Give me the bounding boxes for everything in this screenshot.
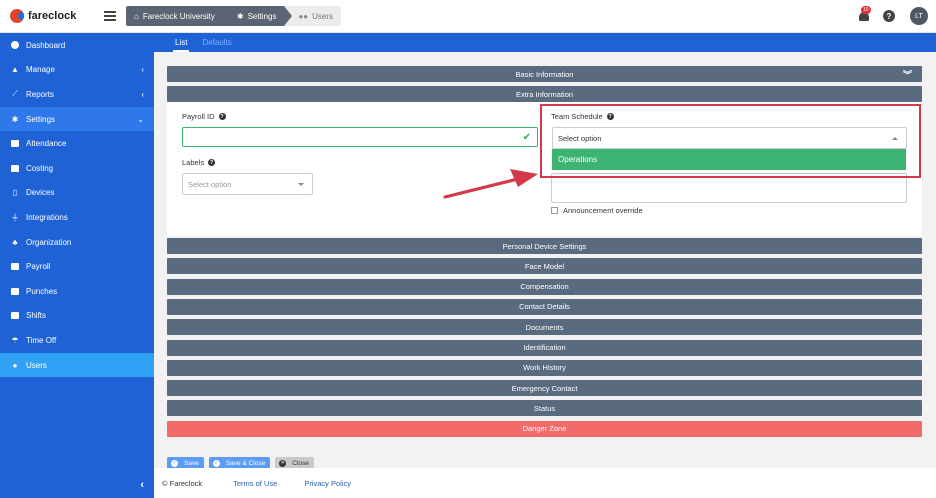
users-icon: ●● [298,11,309,21]
section-face-model[interactable]: Face Model [167,258,922,275]
section-personal-device-settings[interactable]: Personal Device Settings [167,238,922,254]
truck-icon [10,287,20,296]
brand-name: fareclock [28,10,77,22]
section-extra-information[interactable]: Extra Information [167,86,922,102]
person-icon: ▲ [11,65,19,75]
privacy-policy-link[interactable]: Privacy Policy [304,479,351,488]
brand-logo[interactable]: fareclock [10,9,88,23]
breadcrumb-item-university[interactable]: ⌂ Fareclock University [126,6,231,26]
section-compensation[interactable]: Compensation [167,278,922,295]
sidebar-item-dashboard[interactable]: Dashboard [0,33,154,58]
sidebar-item-reports[interactable]: ⟋ Reports ‹ [0,82,154,107]
top-bar: fareclock ⌂ Fareclock University ✱ Setti… [0,0,936,33]
section-contact-details[interactable]: Contact Details [167,298,922,315]
payroll-id-label: Payroll ID? [182,112,226,121]
collapse-all-icon[interactable]: ︾ [903,68,912,81]
announcement-override[interactable]: Announcement override [551,206,643,215]
terms-of-use-link[interactable]: Terms of Use [233,479,277,488]
help-icon[interactable]: ? [883,10,895,22]
hamburger-menu-icon[interactable] [104,9,116,24]
gear-icon: ✱ [236,11,244,21]
labels-select[interactable]: Select option [182,173,313,195]
section-status[interactable]: Status [167,400,922,417]
section-work-history[interactable]: Work History [167,359,922,376]
sidebar-item-shifts[interactable]: Shifts [0,304,154,329]
breadcrumb-item-users: ●● Users [284,6,342,26]
sitemap-icon: ♣ [12,237,18,247]
check-icon: ✔ [522,131,531,143]
sidebar-item-settings[interactable]: ✱ Settings ⌄ [0,106,154,132]
chevron-left-icon: ‹ [141,65,144,75]
factory-icon [10,164,20,173]
section-documents[interactable]: Documents [167,319,922,336]
umbrella-beach-icon: ☂ [11,335,19,345]
sidebar-item-costing[interactable]: Costing [0,156,154,181]
sidebar-item-attendance[interactable]: Attendance [0,131,154,156]
breadcrumb: ⌂ Fareclock University ✱ Settings ●● Use… [126,6,342,26]
footer: © Fareclock Terms of Use Privacy Policy [154,468,936,498]
section-danger-zone[interactable]: Danger Zone [167,420,922,437]
highlight-box [540,104,921,178]
tab-defaults[interactable]: Defaults [202,33,231,52]
chevron-down-icon [298,182,304,186]
sidebar-item-organization[interactable]: ♣ Organization [0,230,154,255]
check-circle-icon: ✓ [171,459,178,467]
briefcase-icon [10,311,20,320]
sidebar-item-payroll[interactable]: Payroll [0,254,154,279]
section-identification[interactable]: Identification [167,339,922,356]
tab-bar: List Defaults [154,33,936,52]
help-icon[interactable]: ? [218,113,226,120]
close-circle-icon: ✕ [279,459,287,467]
chart-icon: ⟋ [12,89,18,99]
home-icon: ⌂ [134,11,139,21]
chevron-left-icon: ‹ [141,89,144,99]
dashboard-icon [10,41,20,50]
sidebar-item-users[interactable]: ● Users [0,352,154,378]
section-basic-information[interactable]: Basic Information ︾ [167,66,922,82]
breadcrumb-item-settings[interactable]: ✱ Settings [222,6,293,26]
help-icon[interactable]: ? [208,159,216,166]
tablet-icon: ▯ [12,188,18,198]
announcement-override-checkbox[interactable] [551,207,558,214]
calendar-icon [10,139,20,148]
section-emergency-contact[interactable]: Emergency Contact [167,380,922,397]
sidebar-collapse-icon[interactable]: ‹ [0,471,154,498]
users-icon: ● [12,360,18,370]
fareclock-logo-icon [10,9,24,23]
gear-icon: ✱ [11,114,19,124]
sidebar-item-integrations[interactable]: ⏚ Integrations [0,205,154,230]
sidebar-item-time-off[interactable]: ☂ Time Off [0,328,154,353]
tab-list[interactable]: List [172,33,190,52]
sidebar-item-punches[interactable]: Punches [0,279,154,304]
plug-icon: ⏚ [11,212,19,222]
labels-label: Labels? [182,158,216,167]
notification-count-badge: 10 [861,6,871,14]
chevron-down-icon: ⌄ [137,114,144,124]
money-icon [10,262,20,271]
sidebar-item-manage[interactable]: ▲ Manage ‹ [0,58,154,83]
notification-bell-icon[interactable]: 10 [857,6,871,23]
copyright-text: © Fareclock [162,478,203,488]
sidebar: Dashboard ▲ Manage ‹ ⟋ Reports ‹ ✱ Settings ⌄ … [0,33,154,498]
sidebar-item-devices[interactable]: ▯ Devices [0,181,154,206]
check-circle-icon: ✓ [212,459,220,467]
user-avatar[interactable]: LT [910,7,928,25]
payroll-id-input[interactable]: ✔ [182,127,538,147]
annotation-arrow-icon [443,169,538,199]
